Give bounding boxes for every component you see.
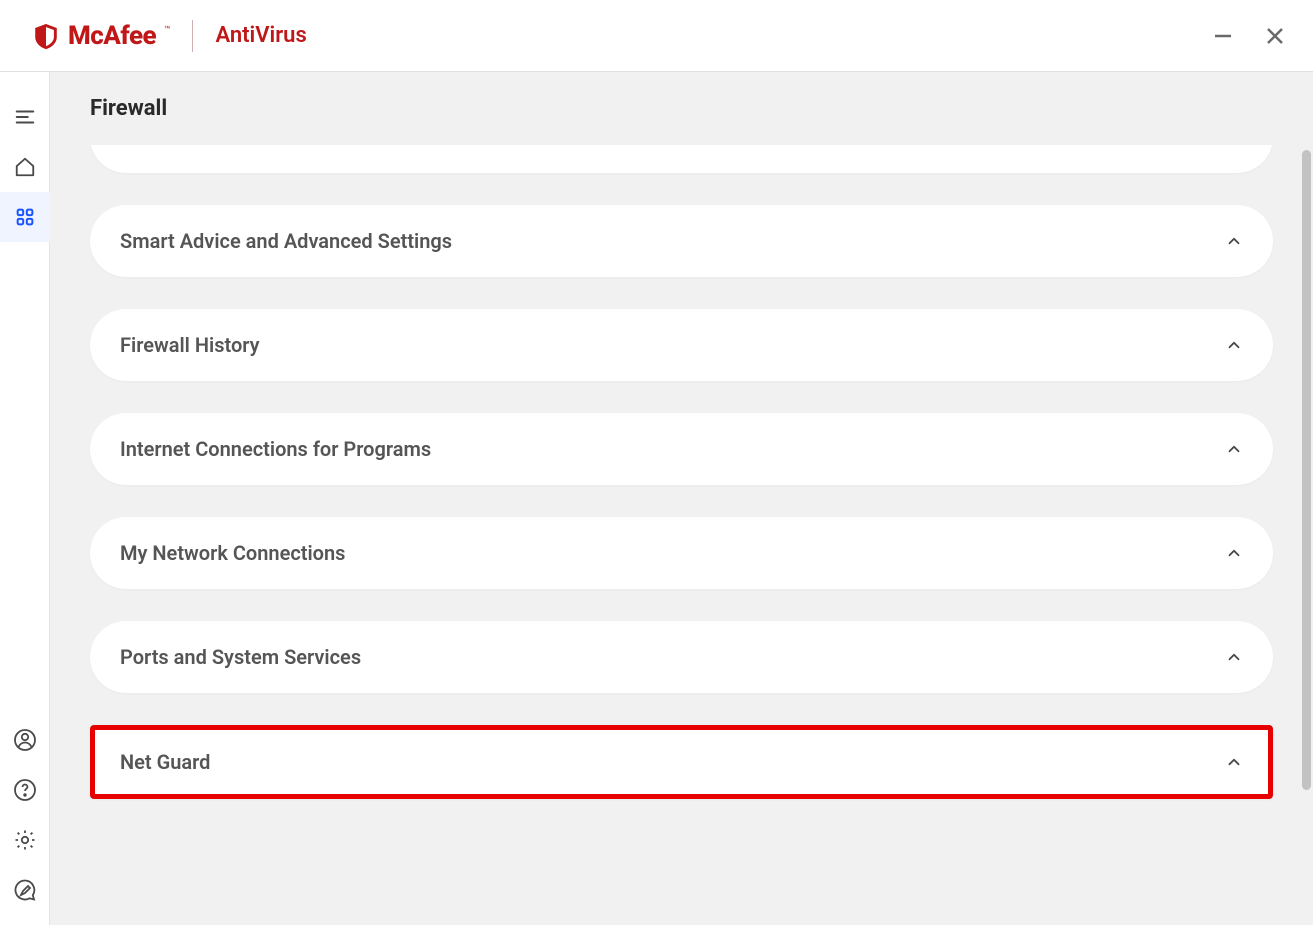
panel-network-connections[interactable]: My Network Connections [90,517,1273,589]
chevron-up-icon [1225,232,1243,250]
close-button[interactable] [1265,26,1285,46]
chevron-up-icon [1225,648,1243,666]
brand-group: McAfee ™ AntiVirus [32,20,307,52]
panel-label: Smart Advice and Advanced Settings [120,229,452,253]
panel-net-guard[interactable]: Net Guard [90,725,1273,799]
titlebar: McAfee ™ AntiVirus [0,0,1313,72]
sidebar-menu-button[interactable] [0,92,50,142]
panel-traffic-controller[interactable]: Traffic Controller [90,145,1273,173]
minimize-button[interactable] [1213,26,1233,46]
panel-label: Ports and System Services [120,645,361,669]
sidebar-apps-button[interactable] [0,192,50,242]
sidebar-help-button[interactable] [0,765,50,815]
chevron-up-icon [1225,336,1243,354]
panel-label: Internet Connections for Programs [120,437,431,461]
window-controls [1213,26,1285,46]
chevron-up-icon [1225,753,1243,771]
chevron-up-icon [1225,440,1243,458]
page-title: Firewall [50,72,1313,145]
chevron-up-icon [1225,145,1243,146]
brand-separator [192,20,193,52]
brand-product: AntiVirus [215,23,306,48]
panel-label: Traffic Controller [120,145,272,149]
panel-label: Firewall History [120,333,260,357]
brand-name: McAfee [68,21,156,51]
scrollbar-thumb[interactable] [1302,150,1311,790]
panel-label: My Network Connections [120,541,345,565]
sidebar-home-button[interactable] [0,142,50,192]
sidebar-account-button[interactable] [0,715,50,765]
panel-smart-advice[interactable]: Smart Advice and Advanced Settings [90,205,1273,277]
sidebar [0,72,50,925]
layout: Firewall Traffic Controller Smart Advice… [0,72,1313,925]
panel-firewall-history[interactable]: Firewall History [90,309,1273,381]
chevron-up-icon [1225,544,1243,562]
sidebar-settings-button[interactable] [0,815,50,865]
panel-label: Net Guard [120,750,210,774]
panel-ports-services[interactable]: Ports and System Services [90,621,1273,693]
sidebar-feedback-button[interactable] [0,865,50,915]
panel-internet-connections[interactable]: Internet Connections for Programs [90,413,1273,485]
panels-container: Traffic Controller Smart Advice and Adva… [50,145,1313,918]
trademark: ™ [164,25,170,36]
content-area: Firewall Traffic Controller Smart Advice… [50,72,1313,925]
sidebar-bottom-group [0,715,50,915]
mcafee-shield-icon [32,22,60,50]
